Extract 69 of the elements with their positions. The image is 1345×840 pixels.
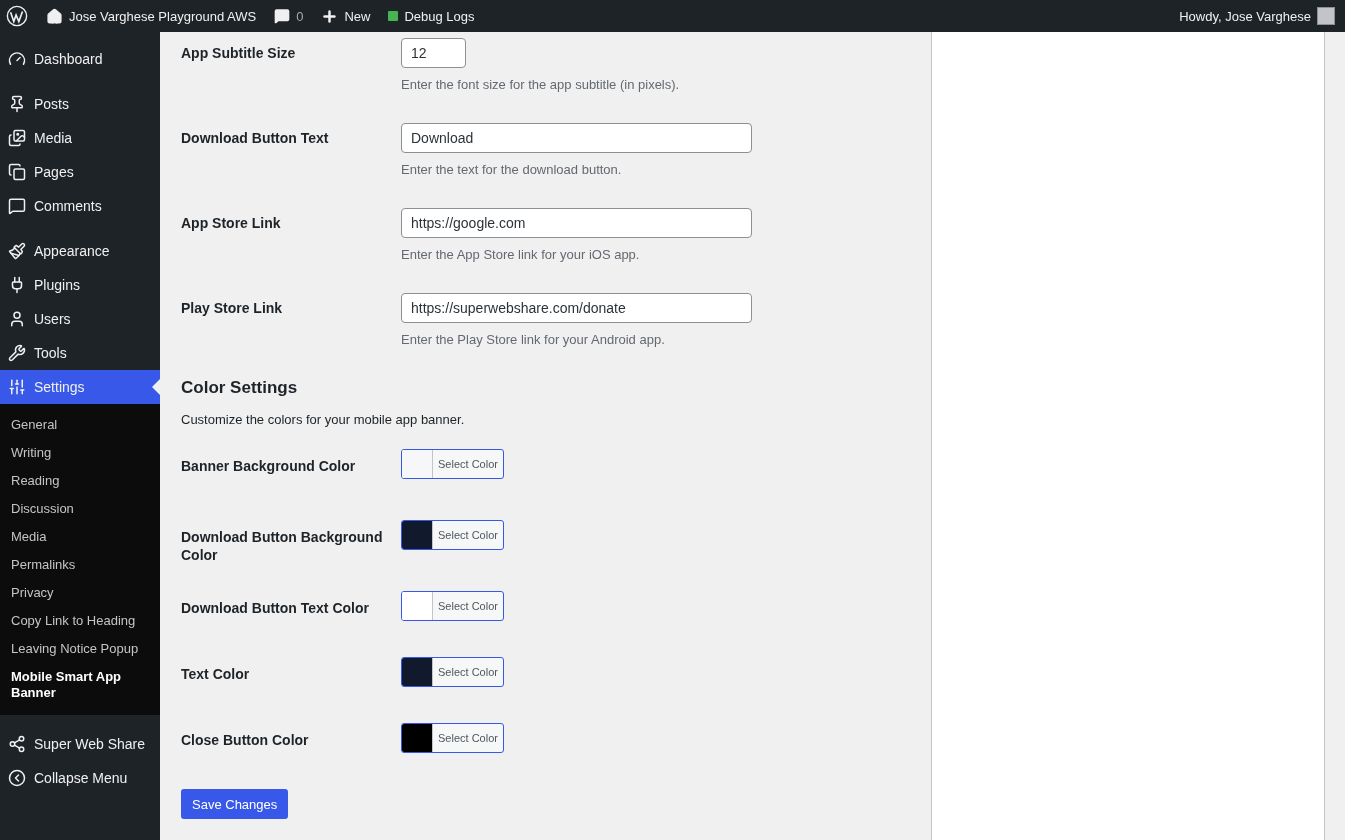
input-field[interactable]: Download (401, 123, 752, 153)
comment-count[interactable]: 0 (296, 8, 304, 24)
menu-item[interactable]: Super Web Share (0, 727, 160, 761)
section-heading: Color Settings (181, 378, 299, 398)
input-field[interactable]: https://google.com (401, 208, 752, 238)
field-label: App Subtitle Size (181, 44, 297, 63)
save-button[interactable]: Save Changes (181, 789, 289, 819)
field-label: Download Button Text Color (181, 599, 370, 617)
site-name-link[interactable]: Jose Varghese Playground AWS (69, 8, 257, 24)
speech-bubble-icon[interactable] (274, 8, 291, 24)
menu-item[interactable]: Pages (0, 155, 160, 189)
user-icon (8, 310, 26, 328)
menu-item[interactable]: Settings (0, 370, 160, 404)
color-picker-button[interactable]: Select Color (401, 520, 504, 550)
current-pointer-icon (152, 379, 160, 395)
field-description: Enter the Play Store link for your Android app. (401, 331, 666, 349)
input-field[interactable]: https://superwebshare.com/donate (401, 293, 752, 323)
menu-item[interactable]: Users (0, 302, 160, 336)
submenu-item[interactable]: Privacy (0, 579, 160, 607)
menu-item[interactable]: Tools (0, 336, 160, 370)
submenu-item[interactable]: Permalinks (0, 551, 160, 579)
field-description: Enter the font size for the app subtitle (in pixels). (401, 76, 680, 94)
wordpress-logo-icon[interactable] (6, 5, 28, 27)
field-label: Play Store Link (181, 299, 284, 318)
menu-item[interactable]: Comments (0, 189, 160, 223)
submenu-item[interactable]: Copy Link to Heading (0, 607, 160, 635)
menu-item[interactable]: Plugins (0, 268, 160, 302)
menu-item[interactable]: Appearance (0, 234, 160, 268)
gauge-icon (8, 50, 26, 68)
menu-item[interactable]: Media (0, 121, 160, 155)
submenu-item[interactable]: Leaving Notice Popup (0, 635, 160, 663)
color-picker-button[interactable]: Select Color (401, 449, 504, 479)
input-field[interactable]: 12 (401, 38, 466, 68)
menu-item[interactable]: Collapse Menu (0, 761, 160, 795)
field-label: Banner Background Color (181, 457, 357, 475)
images-icon (8, 129, 26, 147)
color-picker-button[interactable]: Select Color (401, 591, 504, 621)
pin-icon (8, 95, 26, 113)
wrench-icon (8, 344, 26, 362)
submenu-item[interactable]: Media (0, 523, 160, 551)
new-link[interactable]: New (344, 8, 371, 24)
share-icon (8, 735, 26, 753)
field-label: Download Button Background Color (181, 528, 384, 564)
submenu-item[interactable]: Mobile Smart App Banner (0, 663, 160, 707)
debug-logs-link[interactable]: Debug Logs (404, 8, 475, 24)
submenu-item[interactable]: Writing (0, 439, 160, 467)
color-picker-button[interactable]: Select Color (401, 723, 504, 753)
field-description: Enter the App Store link for your iOS app. (401, 246, 641, 264)
field-label: Download Button Text (181, 129, 330, 148)
field-label: Text Color (181, 665, 251, 683)
section-description: Customize the colors for your mobile app banner. (181, 412, 466, 427)
submenu-item[interactable]: Discussion (0, 495, 160, 523)
status-square-icon (388, 11, 399, 21)
plus-icon[interactable] (321, 7, 339, 25)
field-label: Close Button Color (181, 731, 310, 749)
submenu-item[interactable]: Reading (0, 467, 160, 495)
menu-item[interactable]: Posts (0, 87, 160, 121)
pages-icon (8, 163, 26, 181)
home-icon[interactable] (46, 7, 63, 25)
sliders-icon (8, 378, 26, 396)
field-description: Enter the text for the download button. (401, 161, 623, 179)
submenu-item[interactable]: General (0, 411, 160, 439)
speech-bubble-icon (8, 197, 26, 215)
field-label: App Store Link (181, 214, 282, 233)
menu-item[interactable]: Dashboard (0, 42, 160, 76)
collapse-icon (8, 769, 26, 787)
color-picker-button[interactable]: Select Color (401, 657, 504, 687)
paintbrush-icon (8, 242, 26, 260)
greeting-link[interactable]: Howdy, Jose Varghese (1179, 8, 1311, 24)
